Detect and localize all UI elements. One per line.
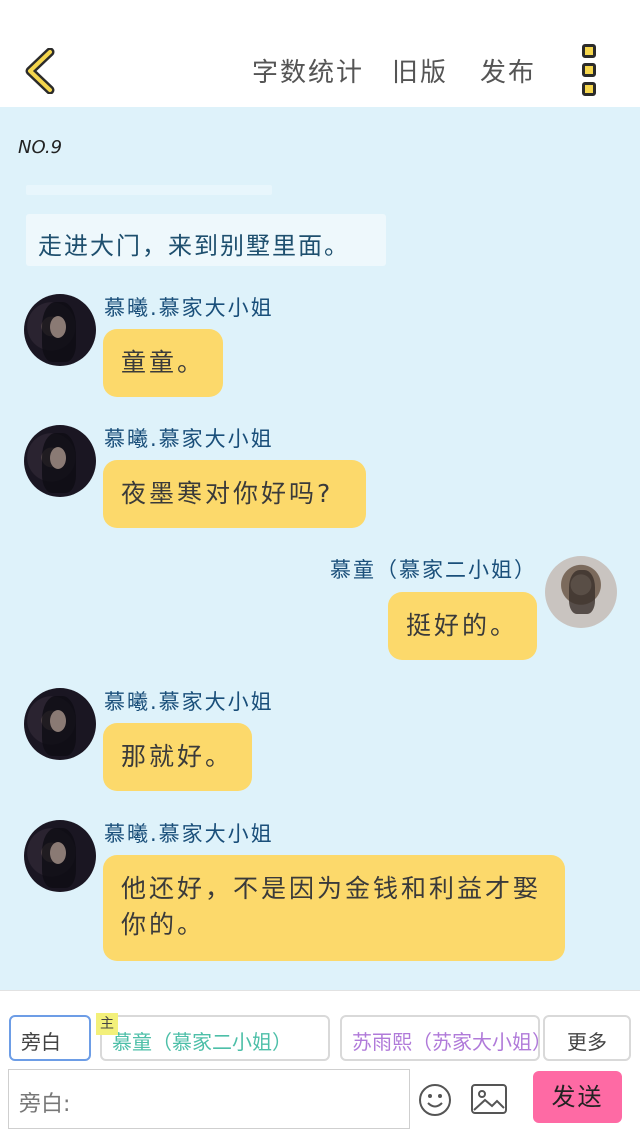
chapter-number: NO.9 <box>18 137 63 158</box>
role-mutong-button[interactable]: 慕童（慕家二小姐） <box>100 1015 330 1061</box>
message-bubble[interactable]: 挺好的。 <box>388 592 537 660</box>
sender-name: 慕曦.慕家大小姐 <box>104 822 274 846</box>
avatar[interactable] <box>545 556 617 628</box>
send-button[interactable]: 发送 <box>533 1071 622 1123</box>
sender-name: 慕曦.慕家大小姐 <box>104 296 274 320</box>
main-character-tag: 主 <box>96 1013 118 1035</box>
narration-message: 走进大门，来到别墅里面。 <box>26 214 386 266</box>
divider <box>26 185 272 195</box>
word-count-button[interactable]: 字数统计 <box>252 52 364 89</box>
back-button[interactable] <box>22 47 62 95</box>
chat-area[interactable]: NO.9 走进大门，来到别墅里面。 慕曦.慕家大小姐 童童。 慕曦.慕家大小姐 … <box>0 107 640 990</box>
message-bubble[interactable]: 他还好，不是因为金钱和利益才娶你的。 <box>103 855 565 961</box>
avatar[interactable] <box>24 820 96 892</box>
top-bar: 字数统计 旧版 发布 <box>0 0 640 107</box>
role-suyuxi-button[interactable]: 苏雨熙（苏家大小姐） <box>340 1015 540 1061</box>
emoji-icon[interactable] <box>418 1083 452 1117</box>
message-bubble[interactable]: 童童。 <box>103 329 223 397</box>
old-version-button[interactable]: 旧版 <box>392 52 448 89</box>
more-vertical-icon[interactable] <box>578 44 600 96</box>
sender-name: 慕曦.慕家大小姐 <box>104 427 274 451</box>
avatar[interactable] <box>24 425 96 497</box>
more-roles-button[interactable]: 更多 <box>543 1015 631 1061</box>
message-input[interactable]: 旁白: <box>8 1069 410 1129</box>
sender-name: 慕童（慕家二小姐） <box>330 558 537 582</box>
publish-button[interactable]: 发布 <box>480 52 536 89</box>
message-bubble[interactable]: 那就好。 <box>103 723 252 791</box>
bottom-bar: 旁白 慕童（慕家二小姐） 主 苏雨熙（苏家大小姐） 更多 旁白: 发送 <box>0 990 640 1138</box>
sender-name: 慕曦.慕家大小姐 <box>104 690 274 714</box>
message-bubble[interactable]: 夜墨寒对你好吗? <box>103 460 366 528</box>
image-icon[interactable] <box>470 1083 508 1115</box>
avatar[interactable] <box>24 688 96 760</box>
back-arrow-icon <box>25 47 55 95</box>
avatar[interactable] <box>24 294 96 366</box>
role-narrator-button[interactable]: 旁白 <box>9 1015 91 1061</box>
